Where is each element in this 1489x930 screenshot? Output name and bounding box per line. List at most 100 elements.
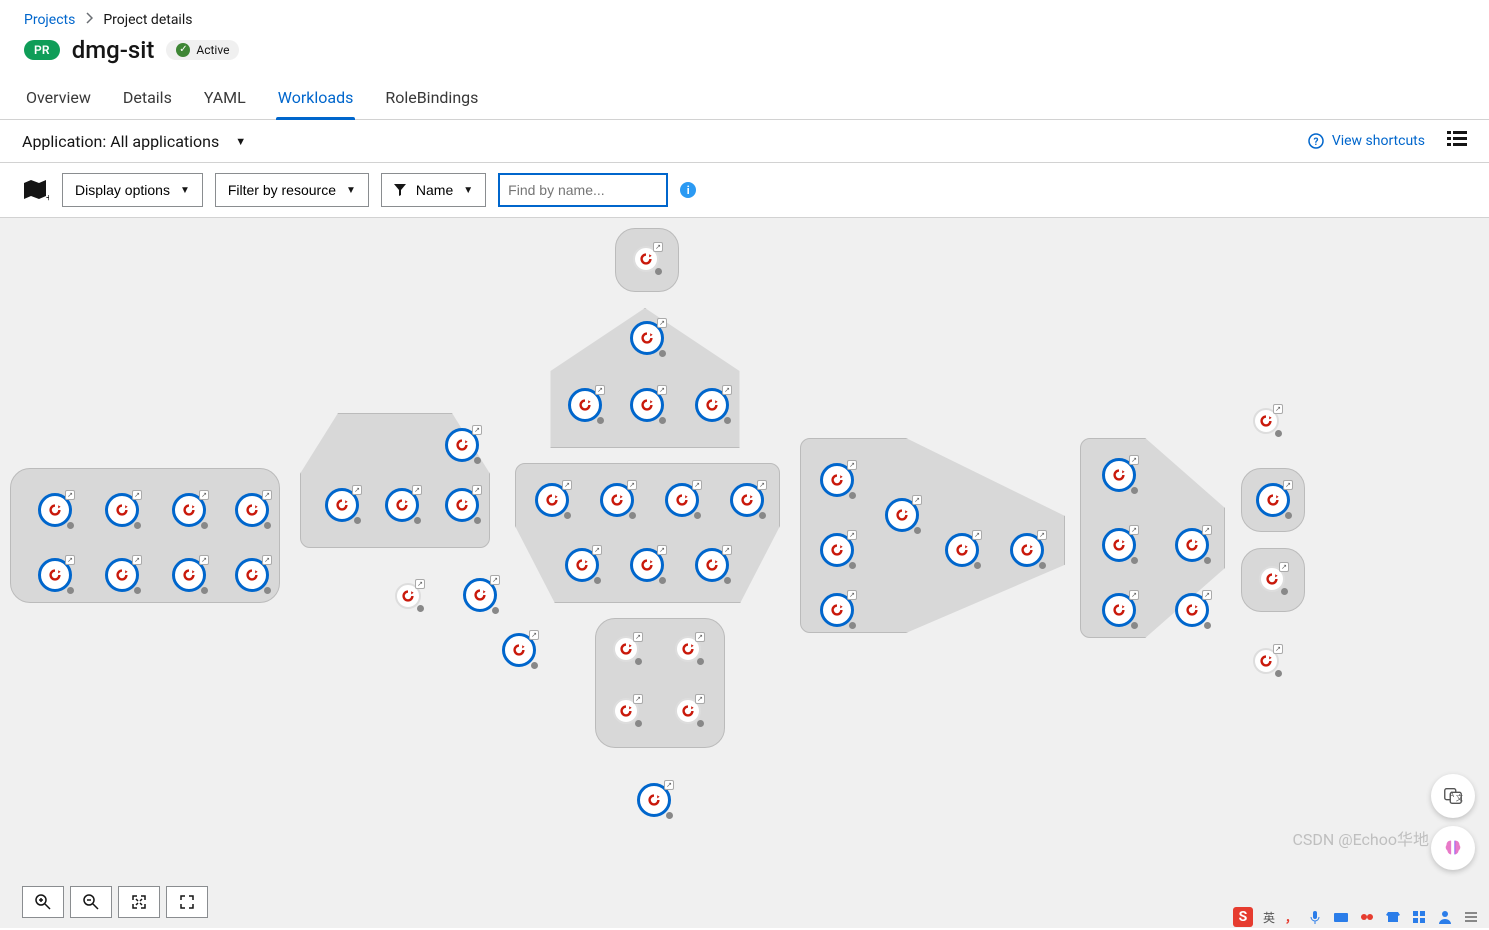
topology-node[interactable]: ↗ [1256,483,1290,517]
svg-text:A: A [1449,790,1454,799]
caret-down-icon: ▼ [180,185,190,196]
topology-node[interactable]: ↗ [630,321,664,355]
breadcrumb-current: Project details [103,12,192,28]
question-circle-icon: ? [1308,133,1324,149]
language-fab[interactable]: A文 [1431,774,1475,818]
topology-node[interactable]: ↗ [1175,593,1209,627]
tab-rolebindings[interactable]: RoleBindings [383,78,480,119]
search-input[interactable] [498,173,668,207]
topology-node[interactable]: ↗ [613,698,639,724]
topology-node[interactable]: ↗ [945,533,979,567]
tab-workloads[interactable]: Workloads [276,78,356,119]
topology-node[interactable]: ↗ [675,636,701,662]
settings-icon[interactable] [1463,909,1479,925]
svg-text:文: 文 [1456,794,1464,803]
info-icon[interactable]: i [680,182,696,198]
topology-node[interactable]: ↗ [1259,566,1285,592]
tab-overview[interactable]: Overview [24,78,93,119]
mic-icon[interactable] [1307,909,1323,925]
topology-node[interactable]: ↗ [235,493,269,527]
name-filter-label: Name [416,182,453,198]
toolbox-icon[interactable] [1411,909,1427,925]
topology-node[interactable]: ↗ [565,548,599,582]
status-badge: ✓ Active [166,40,239,60]
topology-node[interactable]: ↗ [395,583,421,609]
topology-node[interactable]: ↗ [172,493,206,527]
topology-node[interactable]: ↗ [445,488,479,522]
caret-down-icon: ▼ [346,185,356,196]
subheader-row: Application: All applications ▼ ? View s… [0,120,1489,163]
topology-node[interactable]: ↗ [38,493,72,527]
view-shortcuts-link[interactable]: ? View shortcuts [1308,133,1425,149]
svg-text:+: + [46,193,49,201]
user-icon[interactable] [1437,909,1453,925]
ime-lang[interactable]: 英 [1263,909,1275,926]
ai-assistant-fab[interactable] [1431,826,1475,870]
topology-toolbar: + Display options ▼ Filter by resource ▼… [0,163,1489,218]
topology-node[interactable]: ↗ [885,498,919,532]
topology-node[interactable]: ↗ [1010,533,1044,567]
topology-node[interactable]: ↗ [235,558,269,592]
caret-down-icon: ▼ [235,135,246,148]
topology-node[interactable]: ↗ [820,463,854,497]
topology-node[interactable]: ↗ [665,483,699,517]
topology-node[interactable]: ↗ [445,428,479,462]
topology-node[interactable]: ↗ [105,558,139,592]
topology-node[interactable]: ↗ [630,548,664,582]
topology-canvas[interactable]: ↗ ↗ ↗ ↗ ↗ ↗ ↗ ↗ ↗ ↗ ↗ ↗ ↗ ↗ ↗ ↗ ↗ ↗ ↗ ↗ ↗ ↗ ↗ ↗ ↗ ↗ ↗ ↗ ↗ ↗ ↗ ↗ ↗ ↗ ↗ ↗ ↗ ↗ ↗ ↗… [0,218,1489,928]
filter-icon [394,184,406,196]
topology-node[interactable]: ↗ [463,578,497,612]
svg-text:?: ? [1313,137,1318,148]
topology-node[interactable]: ↗ [172,558,206,592]
caret-down-icon: ▼ [463,185,473,196]
topology-node[interactable]: ↗ [1175,528,1209,562]
topology-node[interactable]: ↗ [633,246,659,272]
emoji-icon[interactable] [1359,909,1375,925]
topology-node[interactable]: ↗ [1102,458,1136,492]
shortcuts-label: View shortcuts [1332,133,1425,149]
brain-icon [1442,837,1464,859]
topology-node[interactable]: ↗ [695,388,729,422]
topology-node[interactable]: ↗ [568,388,602,422]
display-options-label: Display options [75,182,170,198]
project-badge: PR [24,40,60,60]
topology-node[interactable]: ↗ [1253,648,1279,674]
tabs: Overview Details YAML Workloads RoleBind… [0,78,1489,120]
display-options-dropdown[interactable]: Display options ▼ [62,173,203,207]
topology-node[interactable]: ↗ [1102,528,1136,562]
taskbar-punct[interactable]: ， [1285,909,1297,926]
chevron-right-icon [85,12,93,28]
topology-node[interactable]: ↗ [535,483,569,517]
topology-node[interactable]: ↗ [613,636,639,662]
filter-resource-dropdown[interactable]: Filter by resource ▼ [215,173,369,207]
status-label: Active [196,43,229,57]
topology-node[interactable]: ↗ [730,483,764,517]
topology-node[interactable]: ↗ [38,558,72,592]
topology-node[interactable]: ↗ [675,698,701,724]
skin-icon[interactable] [1385,909,1401,925]
topology-node[interactable]: ↗ [637,783,671,817]
topology-node[interactable]: ↗ [600,483,634,517]
list-view-toggle[interactable] [1447,130,1467,152]
topology-node[interactable]: ↗ [105,493,139,527]
topology-node[interactable]: ↗ [1102,593,1136,627]
topology-node[interactable]: ↗ [820,533,854,567]
application-filter-dropdown[interactable]: Application: All applications ▼ [22,132,246,151]
topology-cluster[interactable] [595,618,725,748]
tab-yaml[interactable]: YAML [202,78,248,119]
topology-node[interactable]: ↗ [820,593,854,627]
keyboard-icon[interactable] [1333,909,1349,925]
name-filter-dropdown[interactable]: Name ▼ [381,173,486,207]
filter-resource-label: Filter by resource [228,182,336,198]
map-icon[interactable]: + [22,178,50,202]
tab-details[interactable]: Details [121,78,174,119]
breadcrumb-root[interactable]: Projects [24,12,75,28]
topology-node[interactable]: ↗ [325,488,359,522]
application-filter-label: Application: All applications [22,132,219,151]
topology-node[interactable]: ↗ [630,388,664,422]
topology-node[interactable]: ↗ [385,488,419,522]
topology-node[interactable]: ↗ [1253,408,1279,434]
ime-button[interactable]: S [1233,907,1253,927]
topology-node[interactable]: ↗ [502,633,536,667]
topology-node[interactable]: ↗ [695,548,729,582]
